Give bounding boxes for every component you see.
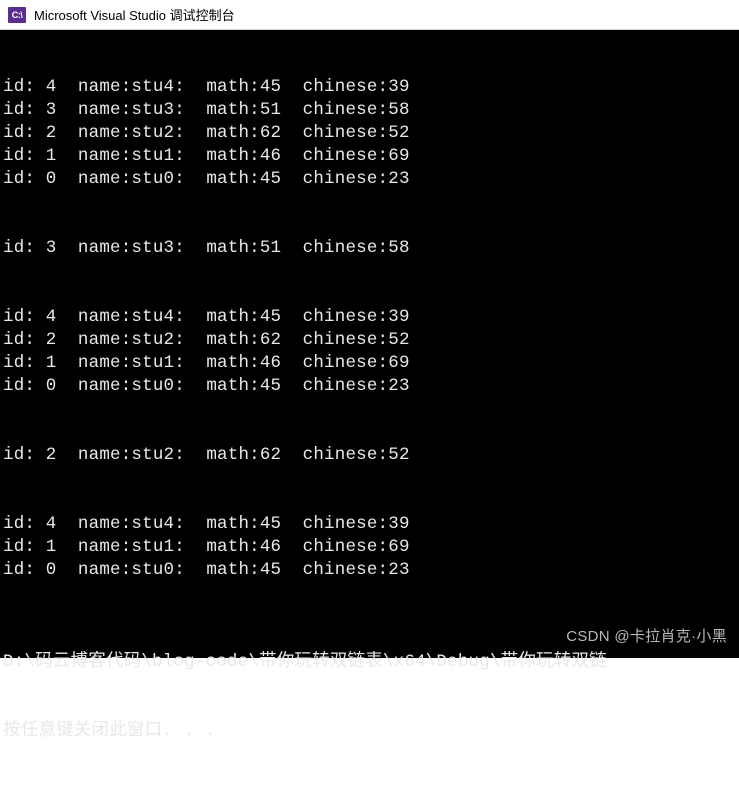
blank-line: [3, 490, 739, 513]
output-line: id: 1 name:stu1: math:46 chinese:69: [3, 145, 739, 168]
output-line: id: 3 name:stu3: math:51 chinese:58: [3, 99, 739, 122]
output-line: id: 3 name:stu3: math:51 chinese:58: [3, 237, 739, 260]
output-line: id: 2 name:stu2: math:62 chinese:52: [3, 122, 739, 145]
output-line: id: 0 name:stu0: math:45 chinese:23: [3, 559, 739, 582]
footer-path: D:\码云博客代码\blog-code\带你玩转双链表\x64\Debug\带你…: [3, 651, 739, 674]
blank-line: [3, 467, 739, 490]
blank-line: [3, 582, 739, 605]
app-icon-label: C:\: [12, 10, 23, 20]
output-line: id: 4 name:stu4: math:45 chinese:39: [3, 513, 739, 536]
blank-line: [3, 421, 739, 444]
titlebar: C:\ Microsoft Visual Studio 调试控制台: [0, 0, 739, 30]
output-line: id: 1 name:stu1: math:46 chinese:69: [3, 352, 739, 375]
blank-line: [3, 191, 739, 214]
footer-prompt: 按任意键关闭此窗口. . .: [3, 720, 739, 743]
blank-line: [3, 398, 739, 421]
output-line: id: 1 name:stu1: math:46 chinese:69: [3, 536, 739, 559]
output-line: id: 4 name:stu4: math:45 chinese:39: [3, 306, 739, 329]
console-output[interactable]: id: 4 name:stu4: math:45 chinese:39id: 3…: [0, 30, 739, 658]
console-text: id: 4 name:stu4: math:45 chinese:39id: 3…: [3, 76, 739, 605]
output-line: id: 0 name:stu0: math:45 chinese:23: [3, 168, 739, 191]
window-title: Microsoft Visual Studio 调试控制台: [34, 5, 235, 24]
output-line: id: 0 name:stu0: math:45 chinese:23: [3, 375, 739, 398]
blank-line: [3, 260, 739, 283]
output-line: id: 4 name:stu4: math:45 chinese:39: [3, 76, 739, 99]
output-line: id: 2 name:stu2: math:62 chinese:52: [3, 444, 739, 467]
watermark: CSDN @卡拉肖克·小黑: [566, 625, 727, 648]
output-line: id: 2 name:stu2: math:62 chinese:52: [3, 329, 739, 352]
blank-line: [3, 214, 739, 237]
blank-line: [3, 283, 739, 306]
app-icon: C:\: [8, 7, 26, 23]
